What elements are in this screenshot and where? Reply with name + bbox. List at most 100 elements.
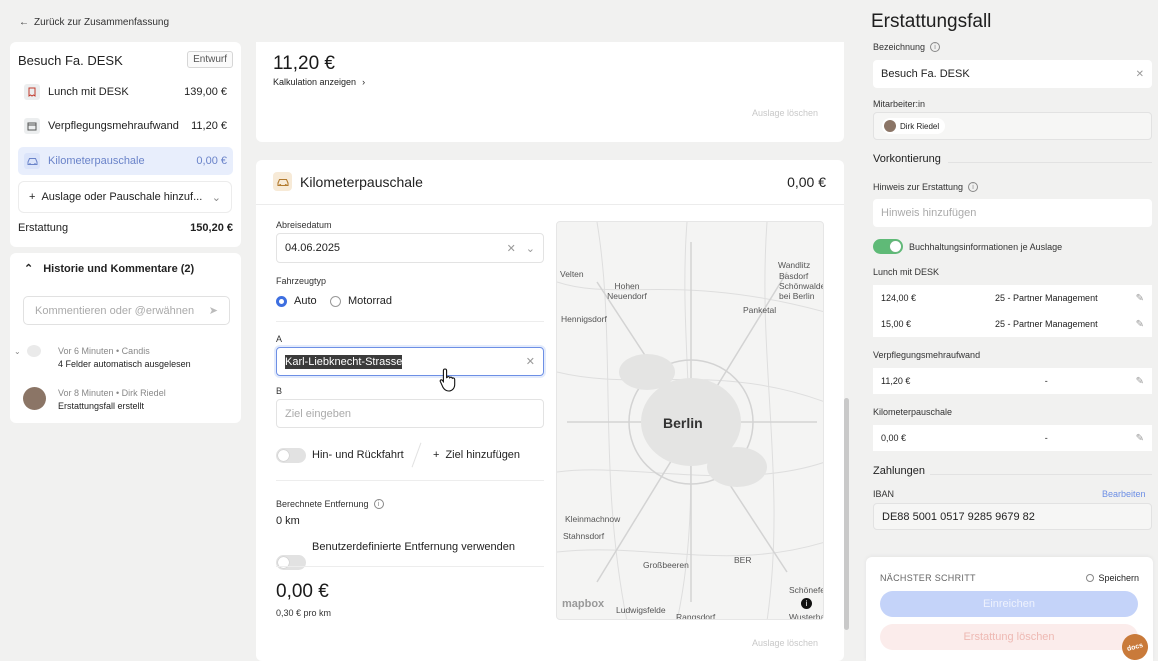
iban-label: IBAN [873, 489, 895, 499]
designation-label: Bezeichnung i [873, 42, 941, 52]
hand-cursor-icon [439, 367, 459, 393]
roundtrip-toggle[interactable] [276, 448, 306, 463]
info-icon[interactable]: i [801, 598, 812, 609]
expected-amount: 11,20 € [273, 53, 335, 74]
expense-item-meals[interactable]: Verpflegungsmehraufwand 11,20 € [18, 112, 233, 140]
custom-distance-toggle[interactable] [276, 555, 306, 570]
panel-title: Erstattungsfall [871, 11, 992, 32]
receipt-icon [24, 84, 40, 100]
case-summary-card: Besuch Fa. DESK Entwurf Lunch mit DESK 1… [10, 42, 241, 247]
info-icon[interactable]: i [930, 42, 941, 52]
departure-date-label: Abreisedatum [276, 220, 332, 230]
scrollbar[interactable] [844, 398, 849, 630]
accounting-title: Vorkontierung [873, 153, 941, 165]
note-input[interactable]: Hinweis hinzufügen [873, 199, 1152, 227]
plus-icon: + [433, 449, 440, 461]
radio-unchecked-icon [1086, 574, 1095, 582]
accounting-row[interactable]: 0,00 € - ✎ [873, 425, 1152, 451]
status-badge: Entwurf [187, 51, 233, 68]
case-title: Besuch Fa. DESK [18, 53, 123, 68]
avatar [23, 387, 46, 410]
comment-input[interactable]: Kommentieren oder @erwähnen ➤ [23, 296, 230, 325]
expense-item-lunch[interactable]: Lunch mit DESK 139,00 € [18, 78, 233, 106]
delete-expense-link[interactable]: Auslage löschen [752, 108, 818, 118]
history-item: Vor 8 Minuten • Dirk Riedel Erstattungsf… [58, 388, 166, 411]
employee-chip: Dirk Riedel [882, 118, 946, 134]
radio-unchecked-icon [330, 295, 341, 307]
per-expense-toggle[interactable] [873, 239, 903, 254]
route-map[interactable]: Velten Hohen Neuendorf Wandlitz Basdorf … [556, 221, 824, 620]
group-label-lunch: Lunch mit DESK [873, 267, 940, 277]
distance-value: 0 km [276, 515, 300, 527]
divider [948, 162, 1152, 163]
mapbox-logo: mapbox [562, 598, 605, 610]
mileage-card: Kilometerpauschale 0,00 € Abreisedatum 0… [256, 160, 844, 661]
plus-icon: + [29, 191, 36, 203]
divider [276, 321, 544, 322]
employee-field[interactable]: Dirk Riedel [873, 112, 1152, 140]
iban-field[interactable]: DE88 5001 0517 9285 9679 82 [873, 503, 1152, 530]
info-icon[interactable]: i [968, 182, 979, 192]
divider [411, 442, 422, 468]
chevron-down-icon[interactable]: ⌄ [14, 347, 21, 356]
info-icon[interactable]: i [373, 499, 384, 509]
edit-icon[interactable]: ✎ [1136, 376, 1144, 387]
edit-icon[interactable]: ✎ [1136, 433, 1144, 444]
next-step-label: NÄCHSTER SCHRITT [880, 573, 976, 583]
edit-icon[interactable]: ✎ [1136, 319, 1144, 330]
address-b-input[interactable]: Ziel eingeben [276, 399, 544, 428]
clear-icon[interactable]: ✕ [1136, 69, 1144, 80]
chevron-up-icon: ⌃ [24, 263, 34, 275]
delete-case-button[interactable]: Erstattung löschen [880, 624, 1138, 650]
save-toggle[interactable]: Speichern [1086, 573, 1139, 583]
history-card: ⌃ Historie und Kommentare (2) Kommentier… [10, 253, 241, 423]
history-item: Vor 6 Minuten • Candis 4 Felder automati… [58, 346, 191, 369]
rate-per-km: 0,30 € pro km [276, 608, 332, 618]
reimbursement-total: Erstattung 150,20 € [18, 222, 233, 234]
divider [930, 474, 1152, 475]
divider [256, 204, 844, 205]
group-label-mileage: Kilometerpauschale [873, 407, 953, 417]
section-title: Kilometerpauschale [273, 172, 423, 191]
clear-icon[interactable]: ✕ [507, 242, 516, 255]
submit-button[interactable]: Einreichen [880, 591, 1138, 617]
address-a-input[interactable]: Karl-Liebknecht-Strasse ✕ [276, 347, 544, 376]
accounting-row[interactable]: 124,00 € 25 - Partner Management ✎ [873, 285, 1152, 311]
divider [276, 480, 544, 481]
radio-checked-icon [276, 295, 287, 307]
clear-icon[interactable]: ✕ [526, 355, 535, 368]
accounting-row[interactable]: 11,20 € - ✎ [873, 368, 1152, 394]
accounting-row[interactable]: 15,00 € 25 - Partner Management ✎ [873, 311, 1152, 337]
mileage-total: 0,00 € [276, 581, 329, 602]
chevron-down-icon: ⌄ [211, 191, 221, 204]
add-expense-button[interactable]: + Auslage oder Pauschale hinzuf... ⌄ [18, 181, 232, 213]
departure-date-input[interactable]: 04.06.2025 ✕ ⌄ [276, 233, 544, 263]
show-calculation-link[interactable]: Kalkulation anzeigen › [273, 77, 365, 87]
history-toggle[interactable]: ⌃ Historie und Kommentare (2) [24, 262, 194, 276]
radio-auto[interactable]: Auto [276, 295, 317, 307]
mileage-amount: 0,00 € [787, 174, 826, 190]
car-icon [24, 153, 40, 169]
edit-iban-link[interactable]: Bearbeiten [1102, 489, 1146, 499]
employee-label: Mitarbeiter:in [873, 99, 926, 109]
radio-motorrad[interactable]: Motorrad [330, 295, 392, 307]
divider [276, 566, 544, 567]
avatar [884, 120, 896, 132]
group-label-meals: Verpflegungsmehraufwand [873, 350, 981, 360]
edit-icon[interactable]: ✎ [1136, 293, 1144, 304]
payments-title: Zahlungen [873, 465, 925, 477]
designation-input[interactable]: Besuch Fa. DESK ✕ [873, 60, 1152, 88]
back-link[interactable]: ← Zurück zur Zusammenfassung [19, 17, 169, 28]
calendar-icon [24, 118, 40, 134]
send-icon[interactable]: ➤ [209, 304, 218, 317]
chevron-down-icon[interactable]: ⌄ [526, 242, 535, 255]
delete-expense-link[interactable]: Auslage löschen [752, 638, 818, 648]
address-b-label: B [276, 386, 283, 396]
expense-item-mileage[interactable]: Kilometerpauschale 0,00 € [18, 147, 233, 175]
car-icon [273, 172, 292, 191]
vehicle-type-label: Fahrzeugtyp [276, 276, 327, 286]
custom-distance-label: Benutzerdefinierte Entfernung verwenden [312, 541, 516, 553]
per-expense-label: Buchhaltungsinformationen je Auslage [909, 242, 1063, 252]
map-city-label: Berlin [663, 415, 703, 431]
add-destination-button[interactable]: + Ziel hinzufügen [433, 449, 520, 461]
